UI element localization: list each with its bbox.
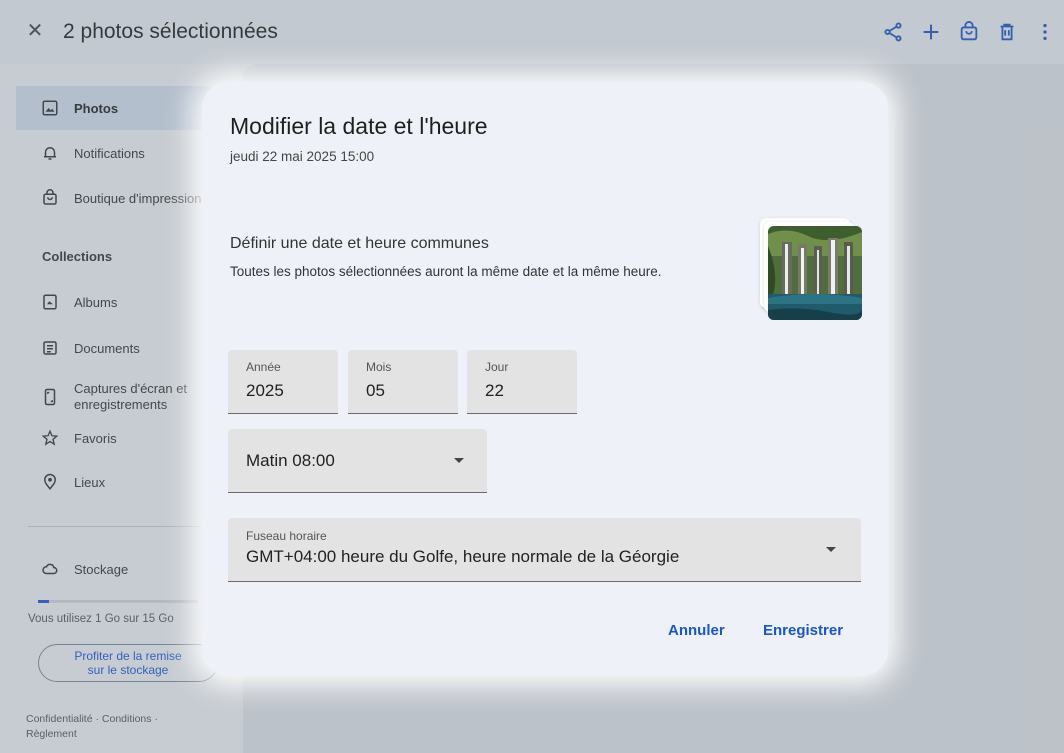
edit-date-time-dialog: Modifier la date et l'heure jeudi 22 mai…	[202, 82, 888, 676]
year-value: 2025	[246, 381, 284, 400]
timezone-value: GMT+04:00 heure du Golfe, heure normale …	[246, 547, 680, 566]
chevron-down-icon	[454, 458, 464, 463]
year-field[interactable]: Année 2025	[228, 350, 338, 414]
time-dropdown[interactable]: Matin 08:00	[228, 429, 487, 493]
current-date-text: jeudi 22 mai 2025 15:00	[230, 149, 375, 164]
day-field[interactable]: Jour 22	[467, 350, 577, 414]
month-label: Mois	[366, 360, 392, 374]
cancel-button[interactable]: Annuler	[668, 622, 725, 639]
selected-photos-thumbnail	[760, 218, 864, 322]
waterfall-photo-thumbnail	[768, 226, 862, 320]
chevron-down-icon	[826, 547, 836, 552]
day-label: Jour	[485, 360, 509, 374]
time-value: Matin 08:00	[246, 451, 335, 470]
timezone-dropdown[interactable]: Fuseau horaire GMT+04:00 heure du Golfe,…	[228, 518, 861, 582]
section-description: Toutes les photos sélectionnées auront l…	[230, 264, 662, 279]
section-title: Définir une date et heure communes	[230, 235, 489, 252]
timezone-label: Fuseau horaire	[246, 529, 327, 543]
year-label: Année	[246, 360, 281, 374]
dialog-title: Modifier la date et l'heure	[230, 113, 488, 139]
month-field[interactable]: Mois 05	[348, 350, 458, 414]
save-button[interactable]: Enregistrer	[763, 622, 843, 639]
day-value: 22	[485, 381, 504, 400]
month-value: 05	[366, 381, 385, 400]
